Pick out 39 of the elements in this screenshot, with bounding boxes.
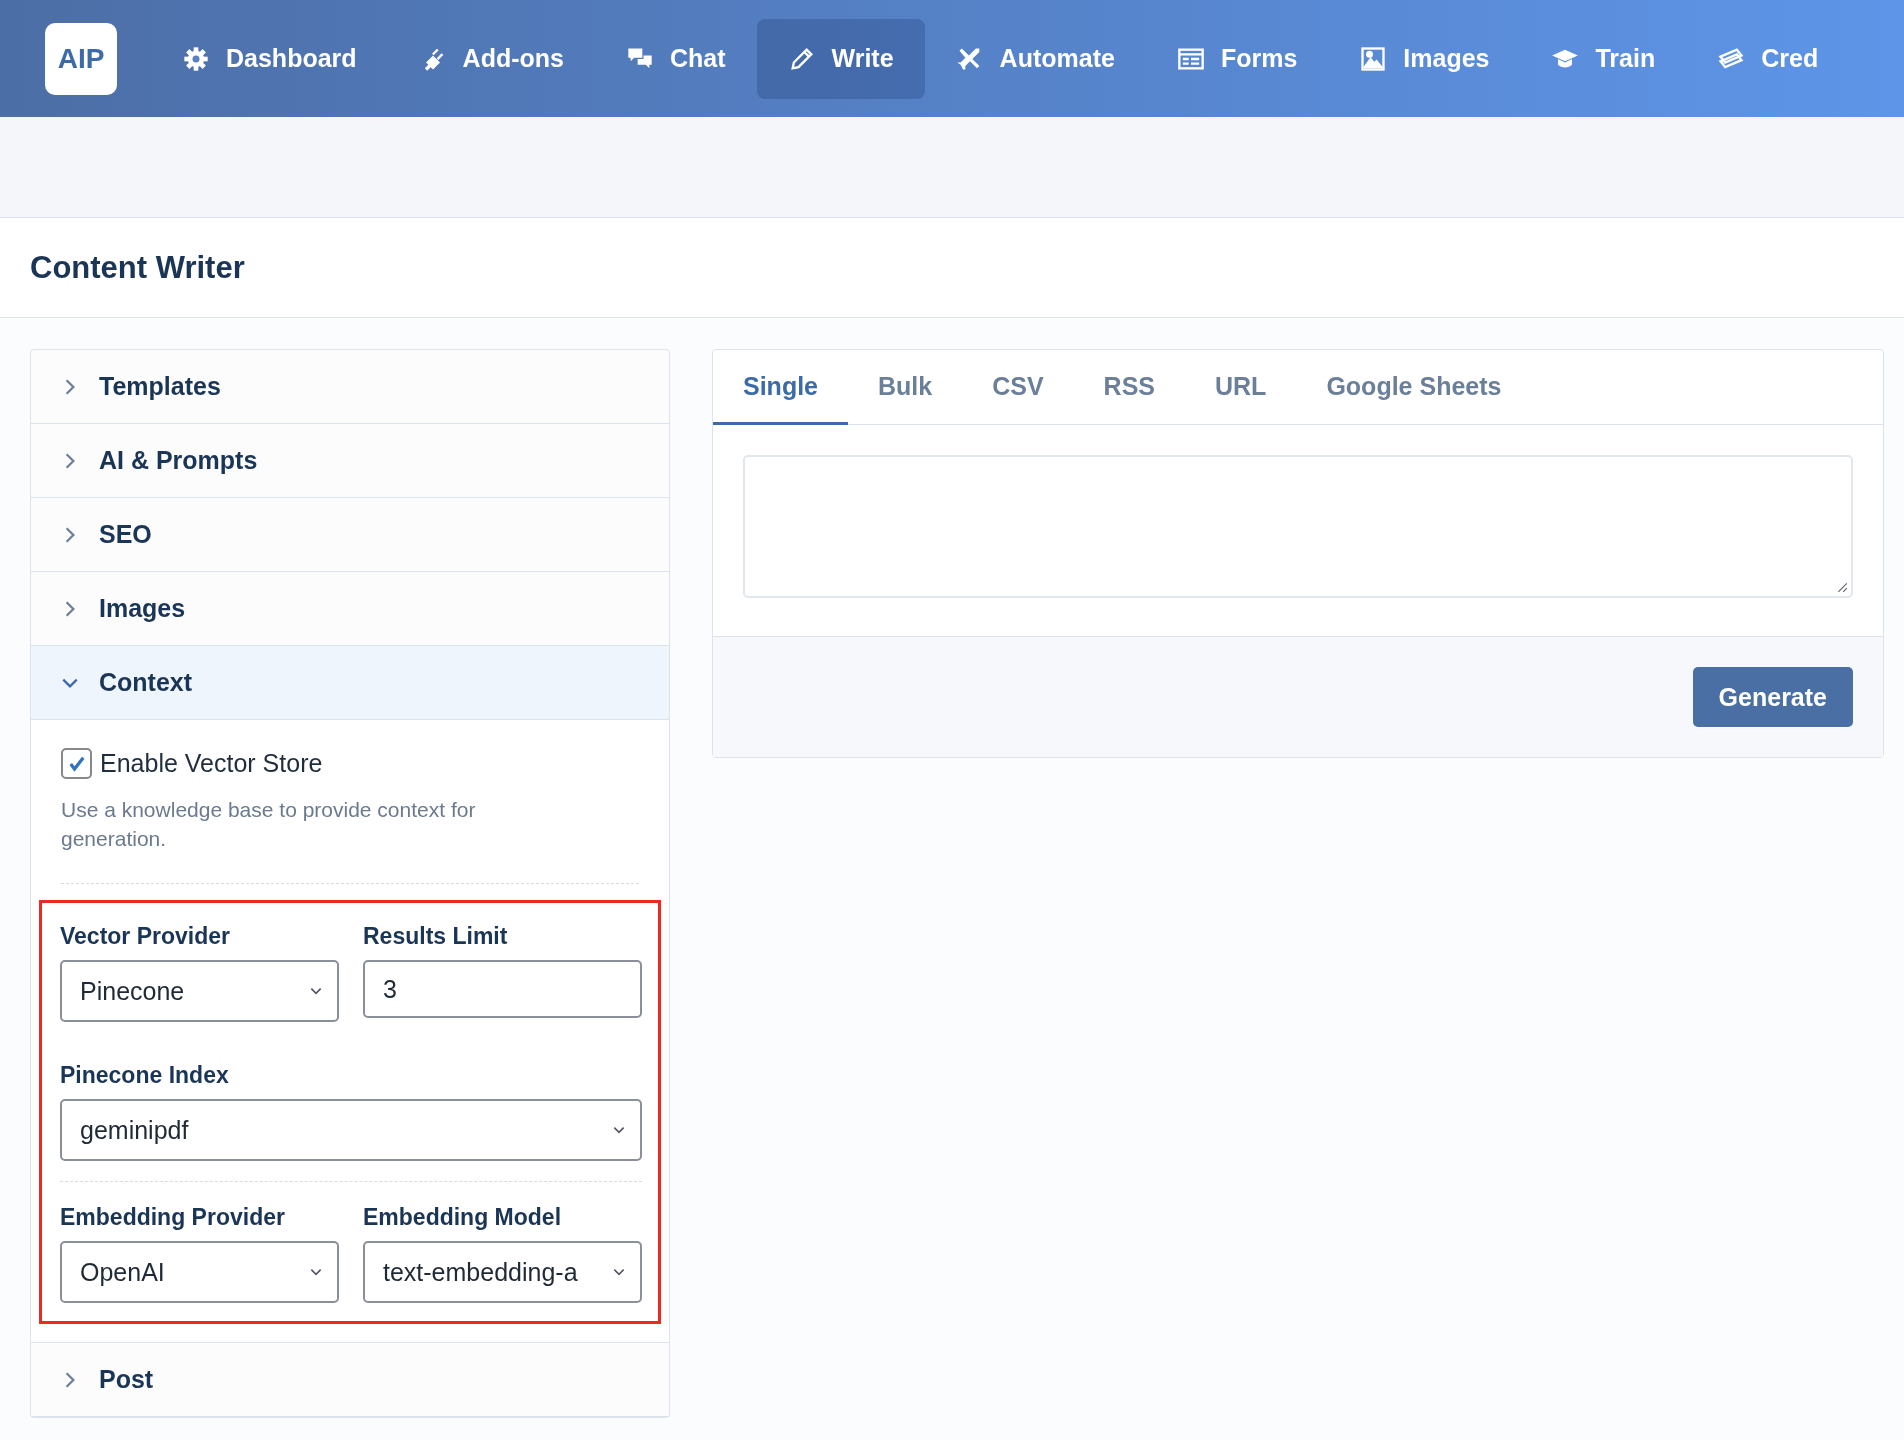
nav-tab[interactable]: Add-ons <box>387 18 595 99</box>
number-input-field[interactable]: 3 <box>363 960 642 1018</box>
tab[interactable]: CSV <box>962 350 1074 425</box>
nav-tab[interactable]: Train <box>1520 18 1687 99</box>
tab[interactable]: Single <box>713 350 848 425</box>
gear-icon <box>182 44 210 73</box>
dropdown-field[interactable]: geminipdf <box>60 1099 642 1161</box>
accordion-header[interactable]: Post <box>31 1343 669 1417</box>
checkbox-label: Enable Vector Store <box>100 749 323 778</box>
logo[interactable]: AIP <box>45 22 117 95</box>
accordion-header[interactable]: Context <box>31 646 669 720</box>
field-label: Vector Provider <box>60 923 232 950</box>
dropdown-field[interactable]: text-embedding-a <box>363 1241 642 1303</box>
nav-tab[interactable]: Dashboard <box>151 18 388 99</box>
field-label: Results Limit <box>363 923 509 950</box>
dropdown-field[interactable]: Pinecone <box>60 960 339 1022</box>
tab[interactable]: URL <box>1185 350 1297 425</box>
accordion-header[interactable]: SEO <box>31 498 669 572</box>
generate-button[interactable]: Generate <box>1692 667 1853 727</box>
tab[interactable]: Bulk <box>848 350 963 425</box>
field-label: Embedding Provider <box>60 1204 286 1231</box>
nav-tab[interactable]: Automate <box>924 18 1146 99</box>
page-title: Content Writer <box>30 249 245 286</box>
image-icon <box>1359 44 1388 73</box>
nav-tab[interactable]: Images <box>1328 18 1521 99</box>
accordion-header[interactable]: AI & Prompts <box>31 424 669 498</box>
nav-tab[interactable]: Chat <box>594 18 757 99</box>
resize-grip-icon <box>1836 581 1848 593</box>
dropdown-field[interactable]: OpenAI <box>60 1241 339 1303</box>
nav-tab[interactable]: Write <box>756 18 925 99</box>
nav-tab[interactable]: Cred <box>1686 18 1850 99</box>
description-text: Use a knowledge base to provide context for generation. <box>61 797 477 852</box>
tab[interactable]: RSS <box>1073 350 1185 425</box>
nav-tab[interactable]: Forms <box>1145 18 1329 99</box>
checkbox[interactable] <box>61 748 92 779</box>
accordion-header[interactable]: Templates <box>31 350 669 424</box>
tab[interactable]: Google Sheets <box>1296 350 1532 425</box>
field-label: Pinecone Index <box>60 1062 230 1089</box>
field-label: Embedding Model <box>363 1204 563 1231</box>
